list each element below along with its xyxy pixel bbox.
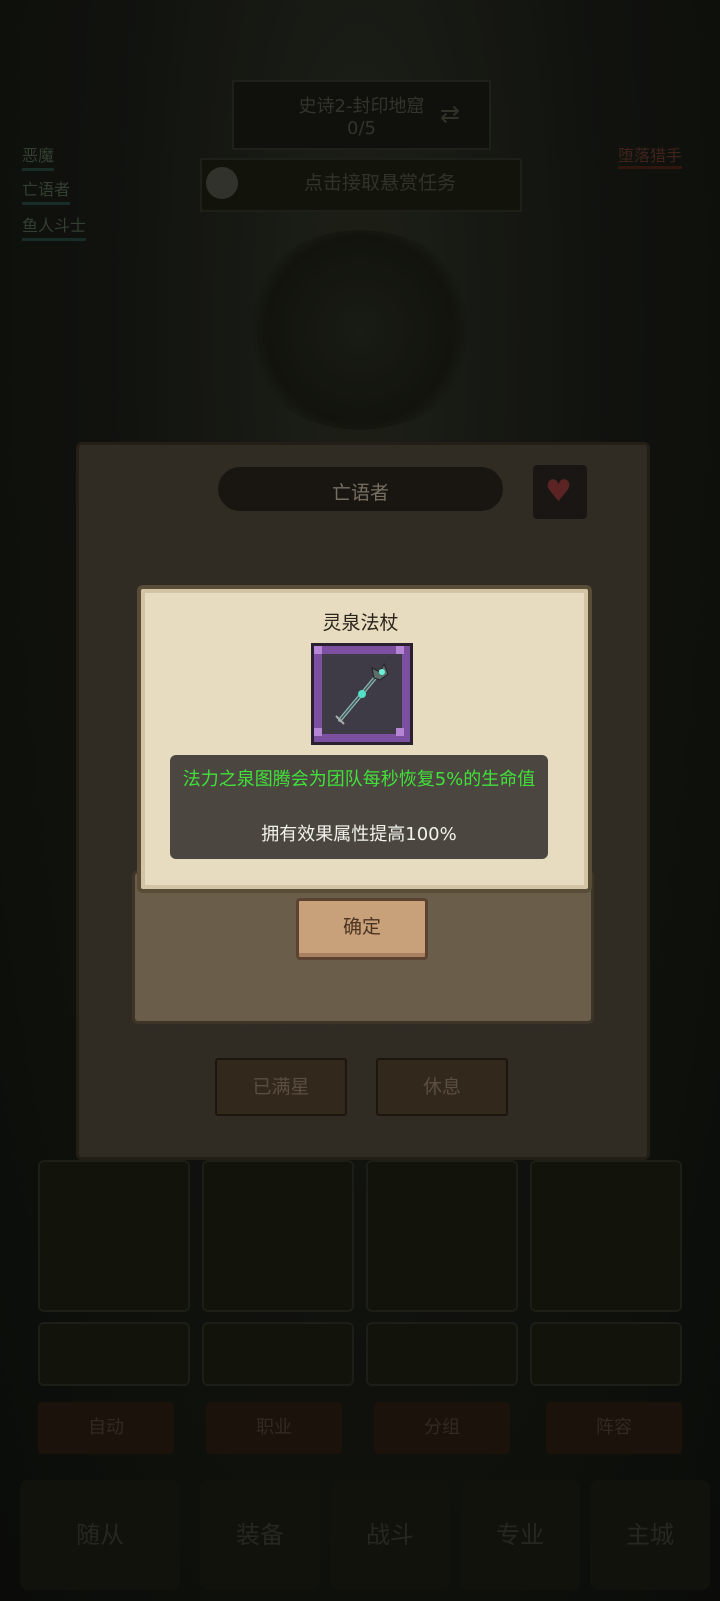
item-bonus-text: 拥有效果属性提高100%	[261, 824, 457, 845]
staff-icon	[322, 654, 402, 734]
item-title: 灵泉法杖	[322, 612, 399, 634]
frame-corner	[396, 646, 404, 654]
frame-corner	[396, 728, 404, 736]
frame-corner	[314, 646, 322, 654]
confirm-button[interactable]: 确定	[296, 898, 428, 960]
frame-corner	[314, 728, 322, 736]
item-effect-text: 法力之泉图腾会为团队每秒恢复5%的生命值	[182, 769, 536, 790]
